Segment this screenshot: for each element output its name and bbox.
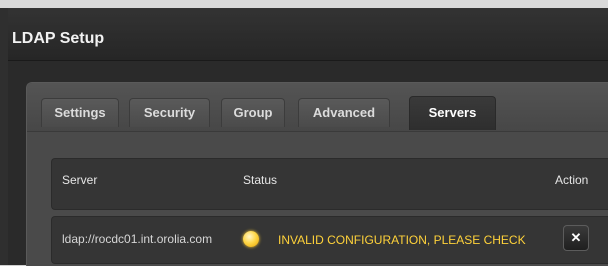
table-row: ldap://rocdc01.int.orolia.com INVALID CO… bbox=[51, 216, 608, 264]
servers-table-header: Server Status Action bbox=[51, 158, 608, 210]
warning-status-dot-icon bbox=[243, 231, 259, 247]
ldap-setup-dialog: LDAP Setup Settings Security Group Advan… bbox=[8, 8, 608, 266]
ldap-setup-panel: Settings Security Group Advanced Servers… bbox=[26, 82, 608, 266]
screen-top-edge bbox=[0, 0, 608, 8]
server-url: ldap://rocdc01.int.orolia.com bbox=[62, 232, 213, 246]
status-message: INVALID CONFIGURATION, PLEASE CHECK bbox=[278, 233, 526, 247]
tab-group[interactable]: Group bbox=[221, 98, 285, 127]
column-header-status: Status bbox=[243, 173, 278, 187]
remove-server-button[interactable]: ✕ bbox=[563, 225, 589, 251]
tab-advanced[interactable]: Advanced bbox=[298, 98, 390, 127]
close-icon: ✕ bbox=[570, 230, 582, 245]
tab-servers[interactable]: Servers bbox=[409, 96, 496, 130]
tab-security[interactable]: Security bbox=[129, 98, 210, 127]
column-header-action: Action bbox=[555, 173, 589, 187]
dialog-title-bar: LDAP Setup bbox=[8, 8, 608, 61]
column-header-server: Server bbox=[62, 173, 98, 187]
tab-bar: Settings Security Group Advanced Servers bbox=[27, 83, 608, 132]
tab-settings[interactable]: Settings bbox=[41, 98, 119, 127]
dialog-title: LDAP Setup bbox=[12, 30, 105, 47]
screen-left-edge bbox=[0, 8, 8, 265]
